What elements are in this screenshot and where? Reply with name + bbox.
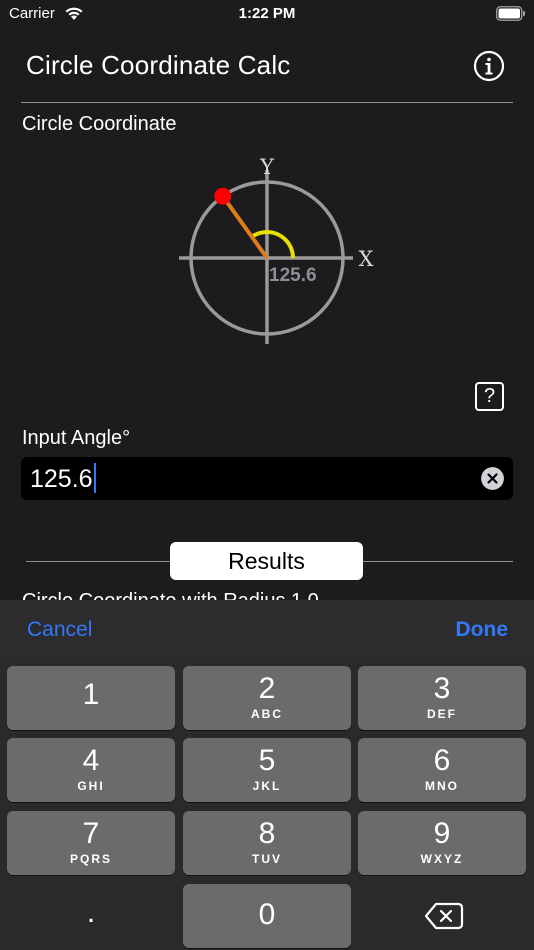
angle-input-value: 125.6 <box>30 463 96 495</box>
results-subtitle: Circle Coordinate with Radius 1.0 <box>22 590 319 600</box>
key-digit: 4 <box>82 744 100 777</box>
key-digit: 9 <box>433 817 451 850</box>
header-divider <box>21 102 513 103</box>
circle-diagram: Y X 125.6 <box>179 155 374 344</box>
key-digit: 5 <box>258 744 276 777</box>
key-letters: MNO <box>425 779 459 793</box>
key-digit: 3 <box>433 672 451 705</box>
page-title: Circle Coordinate Calc <box>26 50 291 80</box>
key-6[interactable]: 6 MNO <box>358 738 526 802</box>
key-digit: 7 <box>82 817 100 850</box>
help-button[interactable]: ? <box>475 382 504 411</box>
cancel-button[interactable]: Cancel <box>27 618 92 642</box>
results-button[interactable]: Results <box>170 542 363 580</box>
section-label: Circle Coordinate <box>22 113 177 135</box>
key-letters: TUV <box>252 852 282 866</box>
battery-icon <box>496 6 525 21</box>
angle-input[interactable]: 125.6 <box>21 457 513 500</box>
text-caret <box>93 463 96 494</box>
results-divider-right <box>363 561 513 562</box>
clear-input-icon[interactable] <box>481 467 504 490</box>
key-8[interactable]: 8 TUV <box>183 811 351 875</box>
results-divider-left <box>26 561 170 562</box>
key-digit: 8 <box>258 817 276 850</box>
y-axis-label: Y <box>259 155 275 179</box>
clock: 1:22 PM <box>238 5 296 22</box>
key-7[interactable]: 7 PQRS <box>7 811 175 875</box>
done-button[interactable]: Done <box>456 618 509 642</box>
key-4[interactable]: 4 GHI <box>7 738 175 802</box>
key-letters: WXYZ <box>420 852 464 866</box>
input-angle-label: Input Angle° <box>22 427 131 449</box>
keyboard-toolbar: Cancel Done <box>0 600 534 658</box>
numeric-keypad: 1 2 ABC 3 DEF 4 GHI 5 JKL 6 MNO 7 PQRS 8 TUV 9 WXYZ . 0 <box>0 658 534 950</box>
key-1[interactable]: 1 <box>7 666 175 730</box>
status-bar: Carrier 1:22 PM <box>0 0 534 28</box>
key-letters: JKL <box>252 779 282 793</box>
key-digit: 6 <box>433 744 451 777</box>
key-digit: 2 <box>258 672 276 705</box>
key-5[interactable]: 5 JKL <box>183 738 351 802</box>
info-icon[interactable] <box>473 50 505 82</box>
key-letters: DEF <box>427 707 457 721</box>
key-digit: 1 <box>82 678 100 711</box>
key-2[interactable]: 2 ABC <box>183 666 351 730</box>
key-letters: PQRS <box>69 852 112 866</box>
radius-line <box>221 195 269 260</box>
decimal-key[interactable]: . <box>7 884 175 948</box>
angle-point <box>214 187 232 205</box>
key-letters: ABC <box>251 707 283 721</box>
key-letters: GHI <box>77 779 105 793</box>
key-0[interactable]: 0 <box>183 884 351 948</box>
delete-icon[interactable] <box>358 884 526 948</box>
key-9[interactable]: 9 WXYZ <box>358 811 526 875</box>
x-axis-label: X <box>359 247 374 271</box>
angle-value-label: 125.6 <box>269 265 317 286</box>
key-3[interactable]: 3 DEF <box>358 666 526 730</box>
